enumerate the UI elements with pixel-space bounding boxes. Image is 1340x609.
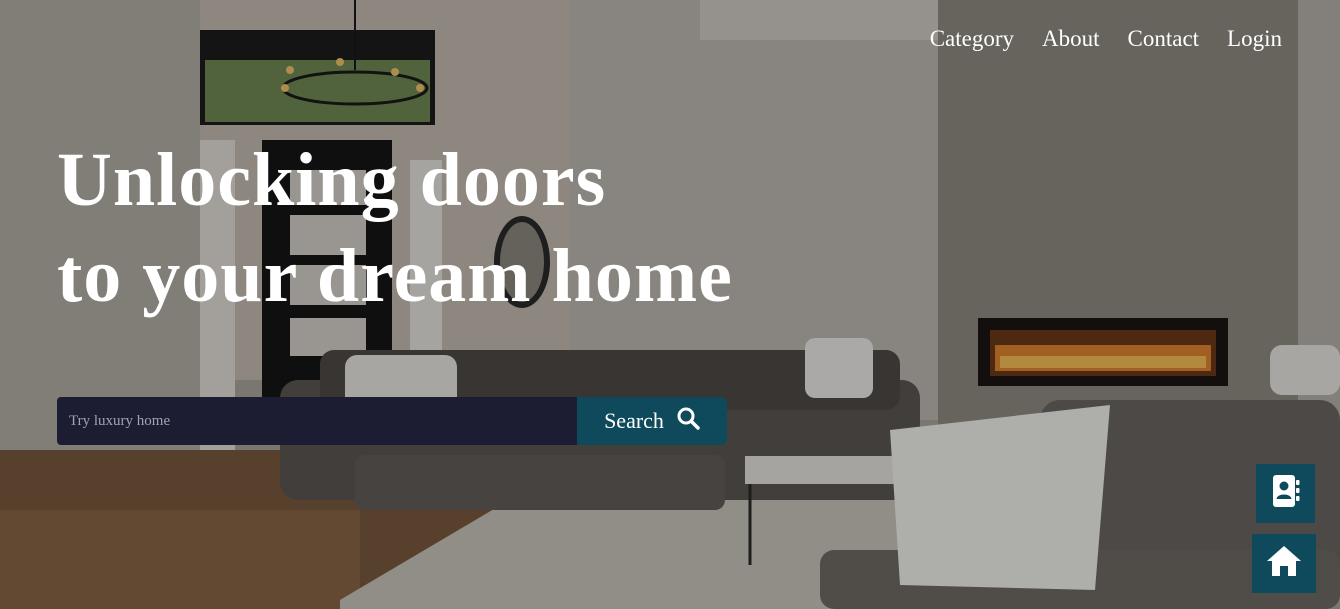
home-icon bbox=[1265, 544, 1303, 583]
top-navigation: Category About Contact Login bbox=[930, 26, 1282, 52]
contact-book-icon bbox=[1271, 474, 1301, 513]
hero-headline: Unlocking doors to your dream home bbox=[57, 132, 733, 324]
search-icon bbox=[676, 406, 700, 436]
nav-about-link[interactable]: About bbox=[1042, 26, 1100, 52]
search-button-label: Search bbox=[604, 408, 664, 433]
search-input[interactable] bbox=[57, 397, 577, 445]
search-bar: Search bbox=[57, 397, 727, 445]
nav-contact-link[interactable]: Contact bbox=[1128, 26, 1200, 52]
hero-headline-line-2: to your dream home bbox=[57, 234, 733, 318]
contact-book-button[interactable] bbox=[1256, 464, 1315, 523]
nav-login-link[interactable]: Login bbox=[1227, 26, 1282, 52]
hero-headline-line-1: Unlocking doors bbox=[57, 138, 607, 222]
nav-category-link[interactable]: Category bbox=[930, 26, 1014, 52]
home-button[interactable] bbox=[1252, 534, 1316, 593]
search-button[interactable]: Search bbox=[577, 397, 727, 445]
